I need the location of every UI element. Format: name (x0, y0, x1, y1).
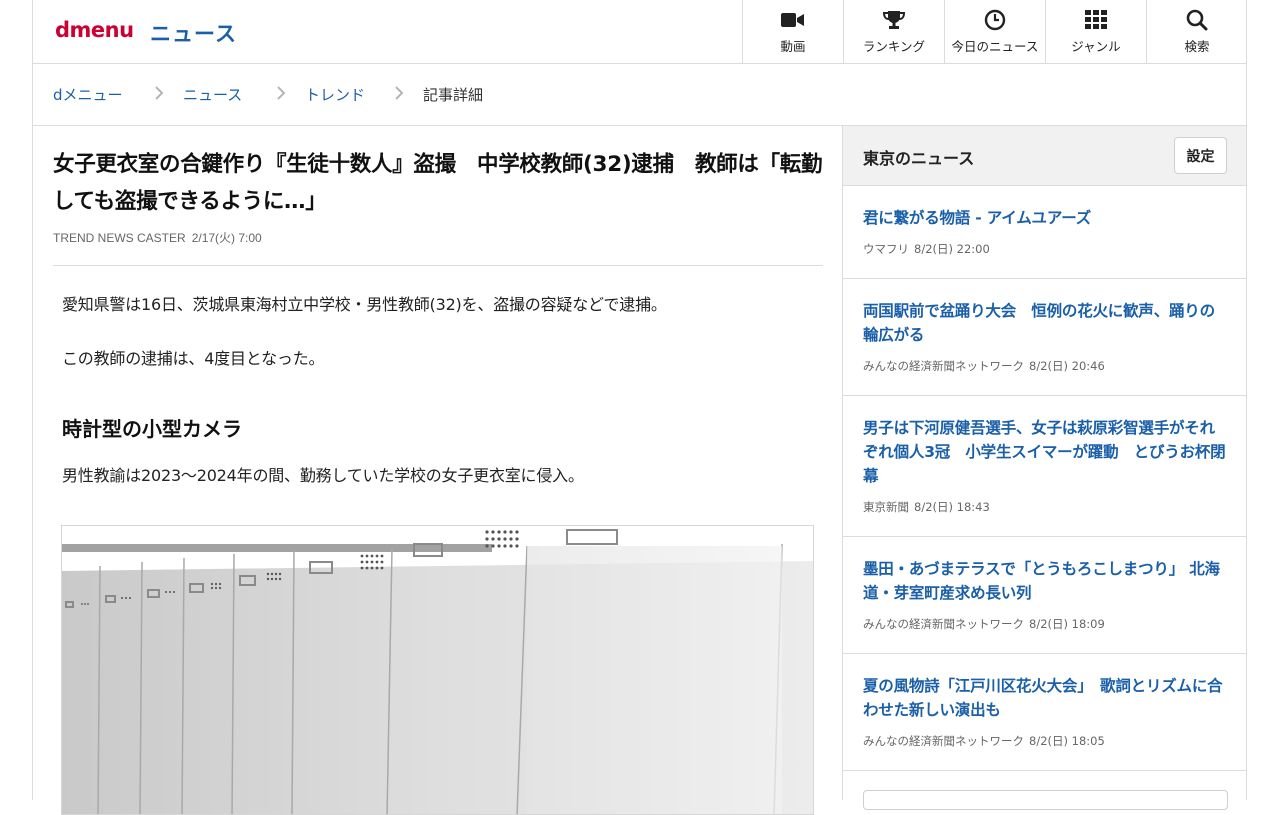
news-item-title[interactable]: 両国駅前で盆踊り大会 恒例の花火に歓声、踊りの輪広がる (863, 299, 1228, 347)
news-item-datetime: 8/2(日) 18:05 (1029, 734, 1105, 748)
sidebar-news-item[interactable]: 男子は下河原健吾選手、女子は萩原彩智選手がそれぞれ個人3冠 小学生スイマーが躍動… (843, 396, 1246, 537)
nav-genre-label: ジャンル (1071, 39, 1121, 54)
article-paragraph: この教師の逮捕は、4度目となった。 (62, 349, 325, 368)
article-date: 2/17(火) 7:00 (191, 231, 262, 245)
settings-button[interactable]: 設定 (1174, 137, 1227, 174)
news-item-source: みんなの経済新聞ネットワーク (863, 617, 1024, 631)
nav-search-label: 検索 (1184, 39, 1210, 54)
sidebar-title: 東京のニュース (863, 149, 975, 168)
sidebar-news-item[interactable]: 君に繋がる物語 - アイムユアーズ ウマフリ 8/2(日) 22:00 (843, 186, 1246, 279)
nav-ranking[interactable]: ランキング (843, 0, 944, 63)
search-icon (1185, 9, 1209, 31)
sidebar-news-item[interactable]: 墨田・あづまテラスで「とうもろこしまつり」 北海道・芽室町産求め長い列 みんなの… (843, 537, 1246, 654)
site-header: dmenu ニュース 動画 ランキング 今日のニュース ジャンル 検索 (33, 0, 1246, 64)
news-item-source: みんなの経済新聞ネットワーク (863, 734, 1024, 748)
nav-genre[interactable]: ジャンル (1045, 0, 1146, 63)
trophy-icon (882, 9, 906, 31)
news-item-title[interactable]: 男子は下河原健吾選手、女子は萩原彩智選手がそれぞれ個人3冠 小学生スイマーが躍動… (863, 416, 1228, 488)
news-item-datetime: 8/2(日) 18:09 (1029, 617, 1105, 631)
sidebar-more-box[interactable] (863, 790, 1228, 810)
chevron-right-icon (395, 86, 404, 100)
grid-icon (1084, 9, 1108, 31)
sidebar-news-item[interactable]: 両国駅前で盆踊り大会 恒例の花火に歓声、踊りの輪広がる みんなの経済新聞ネットワ… (843, 279, 1246, 396)
header-nav: 動画 ランキング 今日のニュース ジャンル 検索 (742, 0, 1247, 63)
nav-search[interactable]: 検索 (1146, 0, 1247, 63)
locker-image (62, 526, 813, 814)
sidebar-header: 東京のニュース 設定 (843, 126, 1246, 186)
breadcrumb-news[interactable]: ニュース (183, 84, 242, 105)
news-item-datetime: 8/2(日) 18:43 (914, 500, 990, 514)
article-divider (53, 265, 823, 266)
article-title: 女子更衣室の合鍵作り『生徒十数人』盗撮 中学校教師(32)逮捕 教師は「転勤して… (53, 152, 823, 214)
news-item-source: 東京新聞 (863, 500, 909, 514)
article-subheading: 時計型の小型カメラ (62, 417, 242, 441)
chevron-right-icon (277, 86, 286, 100)
news-item-meta: ウマフリ 8/2(日) 22:00 (863, 241, 995, 257)
clock-icon (983, 9, 1007, 31)
news-item-meta: みんなの経済新聞ネットワーク 8/2(日) 18:09 (863, 616, 1110, 632)
news-item-title[interactable]: 夏の風物詩「江戸川区花火大会」 歌詞とリズムに合わせた新しい演出も (863, 674, 1228, 722)
news-section-logo[interactable]: ニュース (150, 18, 237, 48)
news-item-source: ウマフリ (863, 242, 909, 256)
nav-ranking-label: ランキング (862, 39, 926, 54)
nav-today-news-label: 今日のニュース (951, 39, 1039, 54)
nav-video[interactable]: 動画 (742, 0, 843, 63)
breadcrumb: dメニュー ニュース トレンド 記事詳細 (33, 64, 1246, 126)
news-item-meta: みんなの経済新聞ネットワーク 8/2(日) 18:05 (863, 733, 1110, 749)
article-paragraph: 愛知県警は16日、茨城県東海村立中学校・男性教師(32)を、盗撮の容疑などで逮捕… (62, 295, 667, 314)
news-item-source: みんなの経済新聞ネットワーク (863, 359, 1024, 373)
breadcrumb-trend[interactable]: トレンド (305, 84, 365, 105)
nav-video-label: 動画 (780, 39, 806, 54)
article-paragraph: 男性教諭は2023〜2024年の間、勤務していた学校の女子更衣室に侵入。 (62, 466, 584, 485)
article-photo (61, 525, 814, 815)
news-item-meta: 東京新聞 8/2(日) 18:43 (863, 499, 995, 515)
news-item-datetime: 8/2(日) 20:46 (1029, 359, 1105, 373)
article-source: TREND NEWS CASTER (53, 231, 186, 245)
video-camera-icon (781, 9, 805, 31)
dmenu-logo[interactable]: dmenu (55, 18, 134, 42)
nav-today-news[interactable]: 今日のニュース (944, 0, 1045, 63)
breadcrumb-current: 記事詳細 (423, 86, 484, 104)
sidebar-tokyo-news: 東京のニュース 設定 君に繋がる物語 - アイムユアーズ ウマフリ 8/2(日) … (842, 126, 1246, 810)
news-item-title[interactable]: 墨田・あづまテラスで「とうもろこしまつり」 北海道・芽室町産求め長い列 (863, 557, 1228, 605)
page-frame: dmenu ニュース 動画 ランキング 今日のニュース ジャンル 検索 dメニュ… (32, 0, 1247, 815)
article-meta: TREND NEWS CASTER 2/17(火) 7:00 (53, 229, 268, 246)
breadcrumb-dmenu[interactable]: dメニュー (53, 84, 123, 105)
news-item-meta: みんなの経済新聞ネットワーク 8/2(日) 20:46 (863, 358, 1110, 374)
sidebar-news-item[interactable]: 夏の風物詩「江戸川区花火大会」 歌詞とリズムに合わせた新しい演出も みんなの経済… (843, 654, 1246, 771)
news-item-title[interactable]: 君に繋がる物語 - アイムユアーズ (863, 206, 1228, 230)
chevron-right-icon (155, 86, 164, 100)
news-item-datetime: 8/2(日) 22:00 (914, 242, 990, 256)
